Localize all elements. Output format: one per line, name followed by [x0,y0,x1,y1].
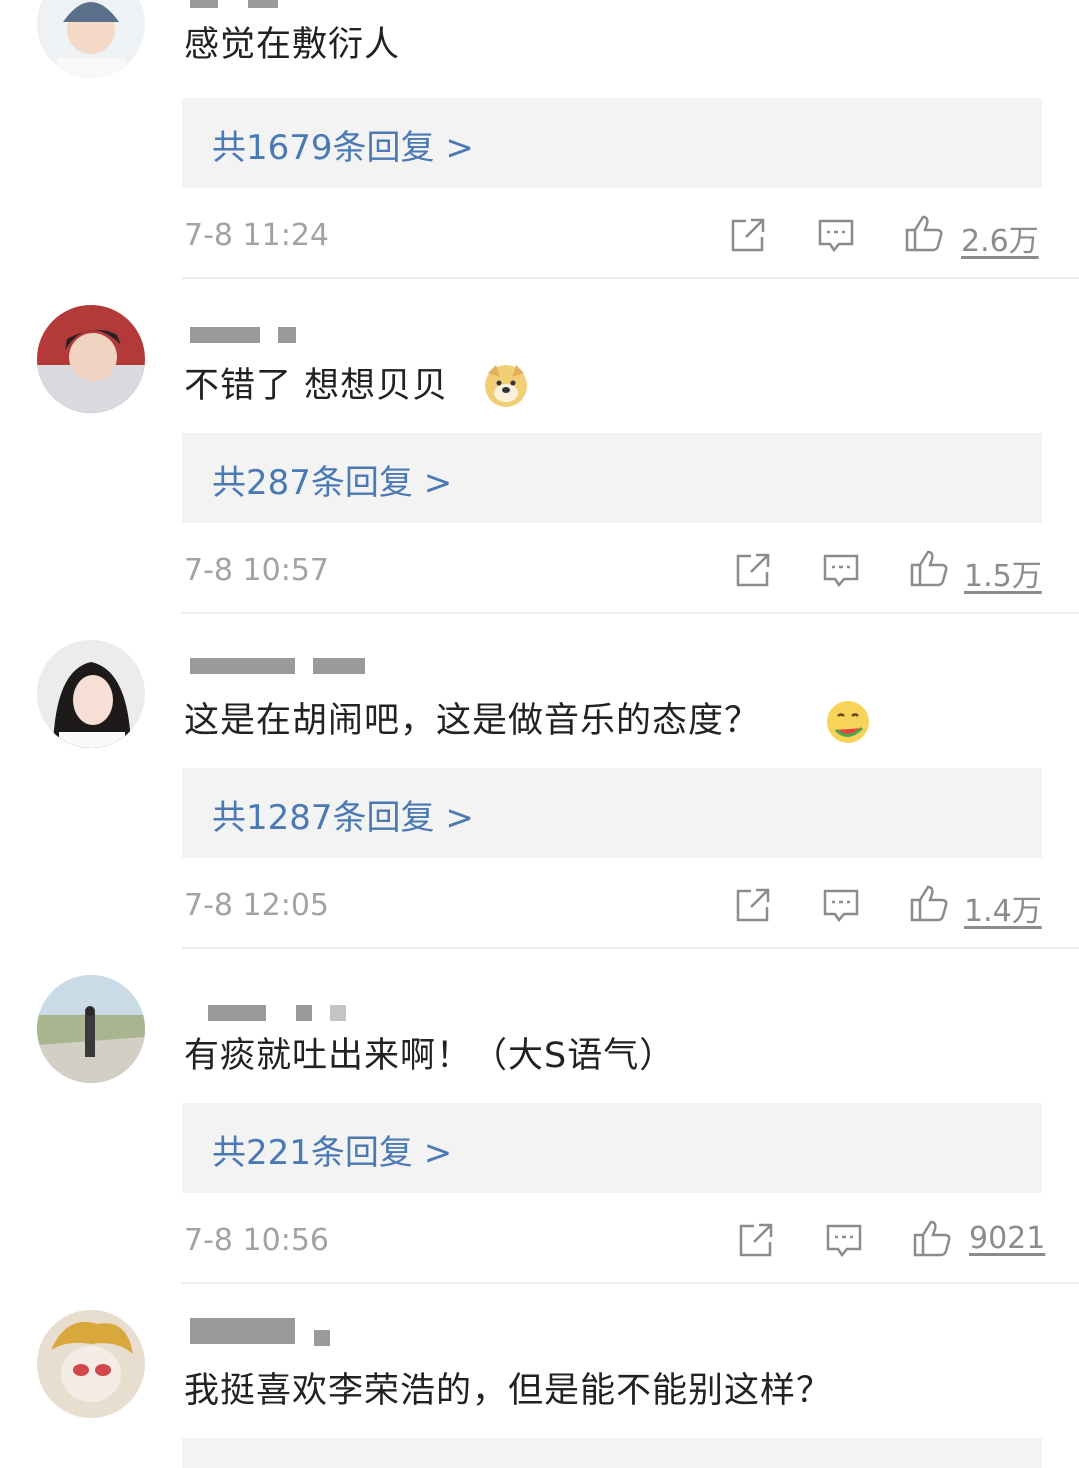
comment-icon[interactable] [821,550,861,590]
comment-time: 7-8 10:57 [184,553,329,588]
user-avatar[interactable] [37,975,145,1083]
share-icon[interactable] [733,885,773,925]
divider [182,277,1079,279]
comment-time: 7-8 12:05 [184,888,329,923]
user-avatar[interactable] [37,0,145,78]
comment-item: 不错了 想想贝贝 共287条回复 > 7-8 10:57 1.5万 [0,305,1079,640]
divider [182,612,1079,614]
username-blurred[interactable] [190,303,420,343]
comment-item: 感觉在敷衍人 共1679条回复 > 7-8 11:24 2.6万 [0,0,1079,305]
username-blurred[interactable] [190,973,420,1021]
replies-box[interactable] [182,1438,1042,1468]
like-count[interactable]: 1.5万 [964,551,1042,595]
view-replies-link[interactable]: 共1679条回复 > [212,120,474,169]
user-avatar[interactable] [37,640,145,748]
share-icon[interactable] [728,215,768,255]
comment-text: 有痰就吐出来啊！（大S语气） [184,1036,676,1076]
comment-time: 7-8 11:24 [184,218,329,253]
view-replies-link[interactable]: 共287条回复 > [212,455,452,504]
divider [182,947,1079,949]
replies-box[interactable]: 共221条回复 > [182,1103,1042,1193]
doge-emoji [482,361,530,409]
comment-text: 我挺喜欢李荣浩的，但是能不能别这样？ [184,1371,833,1411]
view-replies-link[interactable]: 共1287条回复 > [212,790,474,839]
divider [182,1282,1079,1284]
username-blurred[interactable] [190,638,420,674]
replies-box[interactable]: 共1287条回复 > [182,768,1042,858]
eating-watermelon-emoji [824,698,872,746]
thumbs-up-icon[interactable] [912,1218,952,1258]
username-blurred[interactable] [190,1308,420,1346]
replies-box[interactable]: 共1679条回复 > [182,98,1042,188]
comment-icon[interactable] [816,215,856,255]
thumbs-up-icon[interactable] [909,883,949,923]
comment-item: 这是在胡闹吧，这是做音乐的态度？ 共1287条回复 > 7-8 12:05 1.… [0,640,1079,975]
user-avatar[interactable] [37,305,145,413]
replies-box[interactable]: 共287条回复 > [182,433,1042,523]
view-replies-link[interactable]: 共221条回复 > [212,1125,452,1174]
thumbs-up-icon[interactable] [909,548,949,588]
comment-icon[interactable] [821,885,861,925]
like-count[interactable]: 9021 [969,1221,1045,1256]
comment-item: 我挺喜欢李荣浩的，但是能不能别这样？ [0,1308,1079,1468]
like-count[interactable]: 1.4万 [964,886,1042,930]
comment-icon[interactable] [824,1220,864,1260]
share-icon[interactable] [736,1220,776,1260]
comment-text: 不错了 想想贝贝 [184,366,449,406]
comment-text: 感觉在敷衍人 [184,25,401,65]
thumbs-up-icon[interactable] [904,213,944,253]
comment-time: 7-8 10:56 [184,1223,329,1258]
comment-text: 这是在胡闹吧，这是做音乐的态度？ [184,701,761,741]
comment-item: 有痰就吐出来啊！（大S语气） 共221条回复 > 7-8 10:56 9021 [0,975,1079,1310]
like-count[interactable]: 2.6万 [961,216,1039,260]
user-avatar[interactable] [37,1310,145,1418]
share-icon[interactable] [733,550,773,590]
